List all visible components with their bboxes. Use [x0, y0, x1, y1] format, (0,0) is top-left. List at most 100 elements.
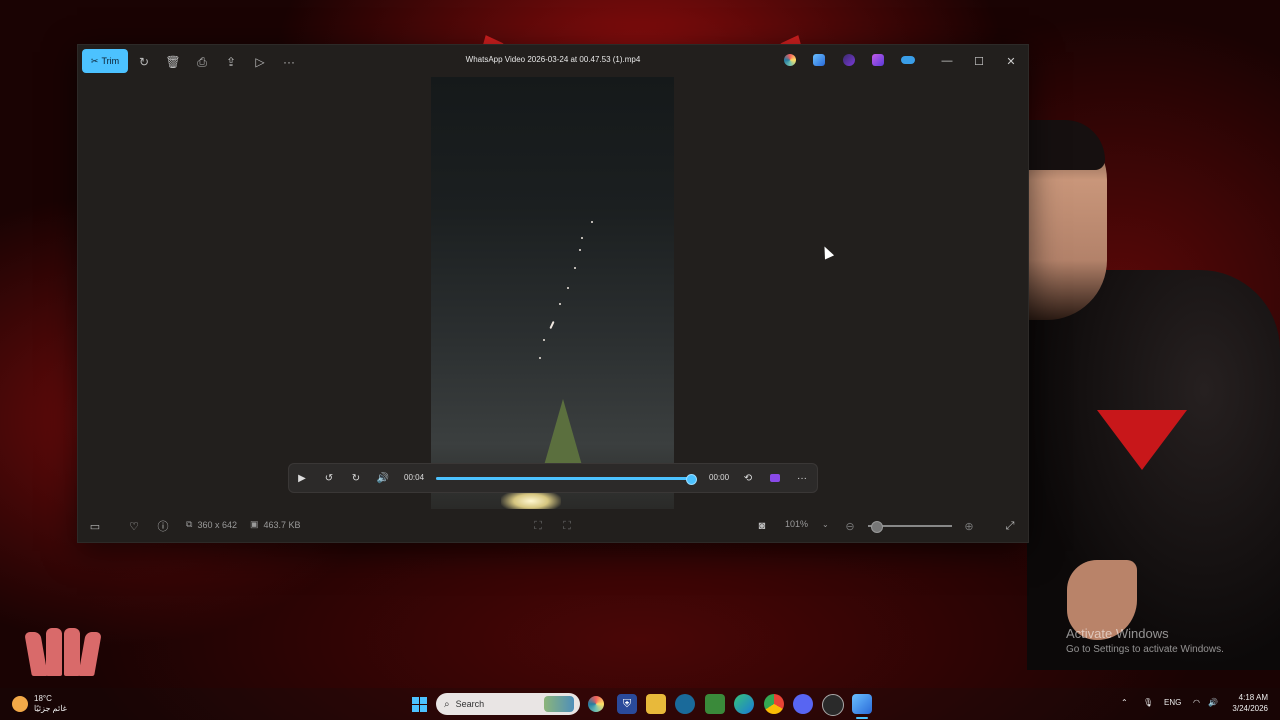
designer-icon[interactable] — [872, 54, 884, 66]
chevron-down-icon: ⌄ — [822, 519, 829, 529]
share-button[interactable]: ⇪ — [223, 51, 239, 73]
system-clock[interactable]: 4:18 AM 3/24/2026 — [1232, 692, 1268, 714]
close-button[interactable]: ✕ — [1000, 51, 1022, 71]
light-dot — [567, 287, 569, 289]
video-frame[interactable] — [431, 77, 674, 509]
photos-window: ✂ Trim ↻ 🗑 ⎙ ⇪ ▷ ··· WhatsApp Video 2026… — [77, 44, 1029, 543]
active-app-indicator — [856, 717, 868, 719]
discord-icon[interactable] — [793, 694, 813, 714]
play-button[interactable]: ▶ — [293, 470, 311, 486]
filesize-info: ▣ 463.7 KB — [250, 519, 301, 530]
steam-icon[interactable] — [822, 694, 844, 716]
more-options-button[interactable]: ··· — [281, 51, 297, 73]
minecraft-icon[interactable] — [705, 694, 725, 714]
current-time: 00:04 — [404, 473, 425, 482]
light-dot — [539, 357, 541, 359]
zoom-out-button[interactable]: ⊖ — [843, 519, 857, 533]
volume-button[interactable]: 🔊 — [374, 470, 392, 486]
clipchamp-icon[interactable] — [843, 54, 855, 66]
player-more-button[interactable]: ··· — [793, 470, 811, 486]
zoom-value: 101% — [785, 519, 809, 529]
minimize-button[interactable]: — — [936, 51, 958, 71]
taskbar-search[interactable]: ⌕ Search — [436, 693, 580, 715]
start-button[interactable] — [409, 694, 429, 714]
filmstrip-icon: ▭ — [89, 520, 101, 533]
copilot-app-icon[interactable] — [588, 696, 604, 712]
face-detect-button[interactable]: ⛶ — [531, 519, 545, 533]
volume-tray-button[interactable]: 🔊 — [1208, 698, 1218, 707]
seek-thumb[interactable] — [686, 474, 697, 485]
total-time: 00:00 — [709, 473, 730, 482]
wallpaper-person — [1027, 120, 1280, 670]
forward-button[interactable]: ↻ — [347, 470, 365, 486]
tray-overflow-button[interactable]: ⌃ — [1121, 698, 1128, 707]
search-label: Search — [455, 699, 485, 709]
fullscreen-button[interactable]: ⤢ — [1003, 519, 1017, 533]
weather-widget[interactable]: 18°C غائم جزئيًا — [12, 694, 67, 714]
play-icon: ▶ — [298, 472, 306, 484]
wallpaper-logo — [1097, 410, 1187, 470]
zoom-in-button[interactable]: ⊕ — [962, 519, 976, 533]
microphone-icon: 🎙 — [1143, 698, 1154, 707]
clipchamp-icon — [770, 474, 780, 482]
light-dot — [579, 249, 581, 251]
light-dot — [559, 303, 561, 305]
maximize-button[interactable]: ☐ — [968, 51, 990, 71]
trim-button[interactable]: ✂ Trim — [82, 49, 128, 73]
print-button[interactable]: ⎙ — [194, 51, 210, 73]
speaker-icon: 🔊 — [1208, 698, 1218, 707]
clipchamp-button[interactable] — [766, 470, 784, 486]
zoom-select[interactable]: 101% ⌄ — [785, 519, 829, 529]
dimensions-info: ⧉ 360 x 642 — [186, 519, 237, 530]
seek-bar[interactable] — [436, 474, 697, 485]
filmstrip-button[interactable]: ▭ — [88, 519, 102, 533]
language-indicator[interactable]: ENG — [1164, 698, 1181, 707]
forward-30-icon: ↻ — [351, 472, 361, 484]
file-icon: ▣ — [250, 519, 259, 529]
dimensions-text: 360 x 642 — [197, 519, 237, 530]
light-dot — [543, 339, 545, 341]
photos-app-icon[interactable] — [852, 694, 872, 714]
favorite-button[interactable]: ♡ — [127, 519, 141, 533]
clock-time: 4:18 AM — [1238, 693, 1268, 702]
wifi-icon: ◠ — [1193, 698, 1200, 707]
rewind-button[interactable]: ↺ — [320, 470, 338, 486]
delete-icon: 🗑 — [165, 55, 181, 69]
shield-app-icon[interactable]: ⛨ — [617, 694, 637, 714]
weather-text: غائم جزئيًا — [34, 704, 67, 713]
chrome-icon[interactable] — [764, 694, 784, 714]
delete-button[interactable]: 🗑 — [165, 51, 181, 73]
scan-icon: ⛶ — [563, 519, 571, 532]
light-dot — [581, 237, 583, 239]
wifi-button[interactable]: ◠ — [1193, 698, 1200, 707]
rotate-button[interactable]: ↻ — [136, 51, 152, 73]
copilot-icon[interactable] — [784, 54, 796, 66]
app-icon[interactable] — [675, 694, 695, 714]
more-icon: ··· — [797, 472, 807, 484]
activate-windows-watermark: Activate Windows Go to Settings to activ… — [1066, 626, 1224, 655]
rewind-10-icon: ↺ — [324, 472, 334, 484]
share-icon: ⇪ — [225, 55, 237, 69]
microphone-button[interactable]: 🎙 — [1143, 698, 1153, 707]
screenshot-button[interactable]: ◙ — [755, 519, 769, 533]
slideshow-icon: ▷ — [255, 55, 265, 69]
light-dot — [574, 267, 576, 269]
expand-icon: ⤢ — [1005, 519, 1015, 532]
filesize-text: 463.7 KB — [263, 519, 301, 530]
clock-date: 3/24/2026 — [1232, 704, 1268, 713]
slideshow-button[interactable]: ▷ — [252, 51, 268, 73]
edge-icon[interactable] — [734, 694, 754, 714]
file-explorer-icon[interactable] — [646, 694, 666, 714]
window-title: WhatsApp Video 2026-03-24 at 00.47.53 (1… — [465, 55, 641, 64]
taskbar: 18°C غائم جزئيًا ⌕ Search ⛨ ⌃ 🎙 ENG ◠ 🔊 … — [0, 688, 1280, 720]
trim-label: Trim — [101, 56, 120, 66]
onedrive-icon[interactable] — [901, 56, 915, 64]
media-controls: ▶ ↺ ↻ 🔊 00:04 00:00 ⟲ ··· — [288, 463, 818, 493]
loop-button[interactable]: ⟲ — [739, 470, 757, 486]
desktop-logo — [24, 628, 102, 676]
scan-button[interactable]: ⛶ — [560, 519, 574, 533]
info-button[interactable]: ⓘ — [156, 519, 170, 533]
photos-edit-icon[interactable] — [813, 54, 825, 66]
activate-subtitle: Go to Settings to activate Windows. — [1066, 644, 1224, 655]
zoom-out-icon: ⊖ — [845, 520, 855, 533]
